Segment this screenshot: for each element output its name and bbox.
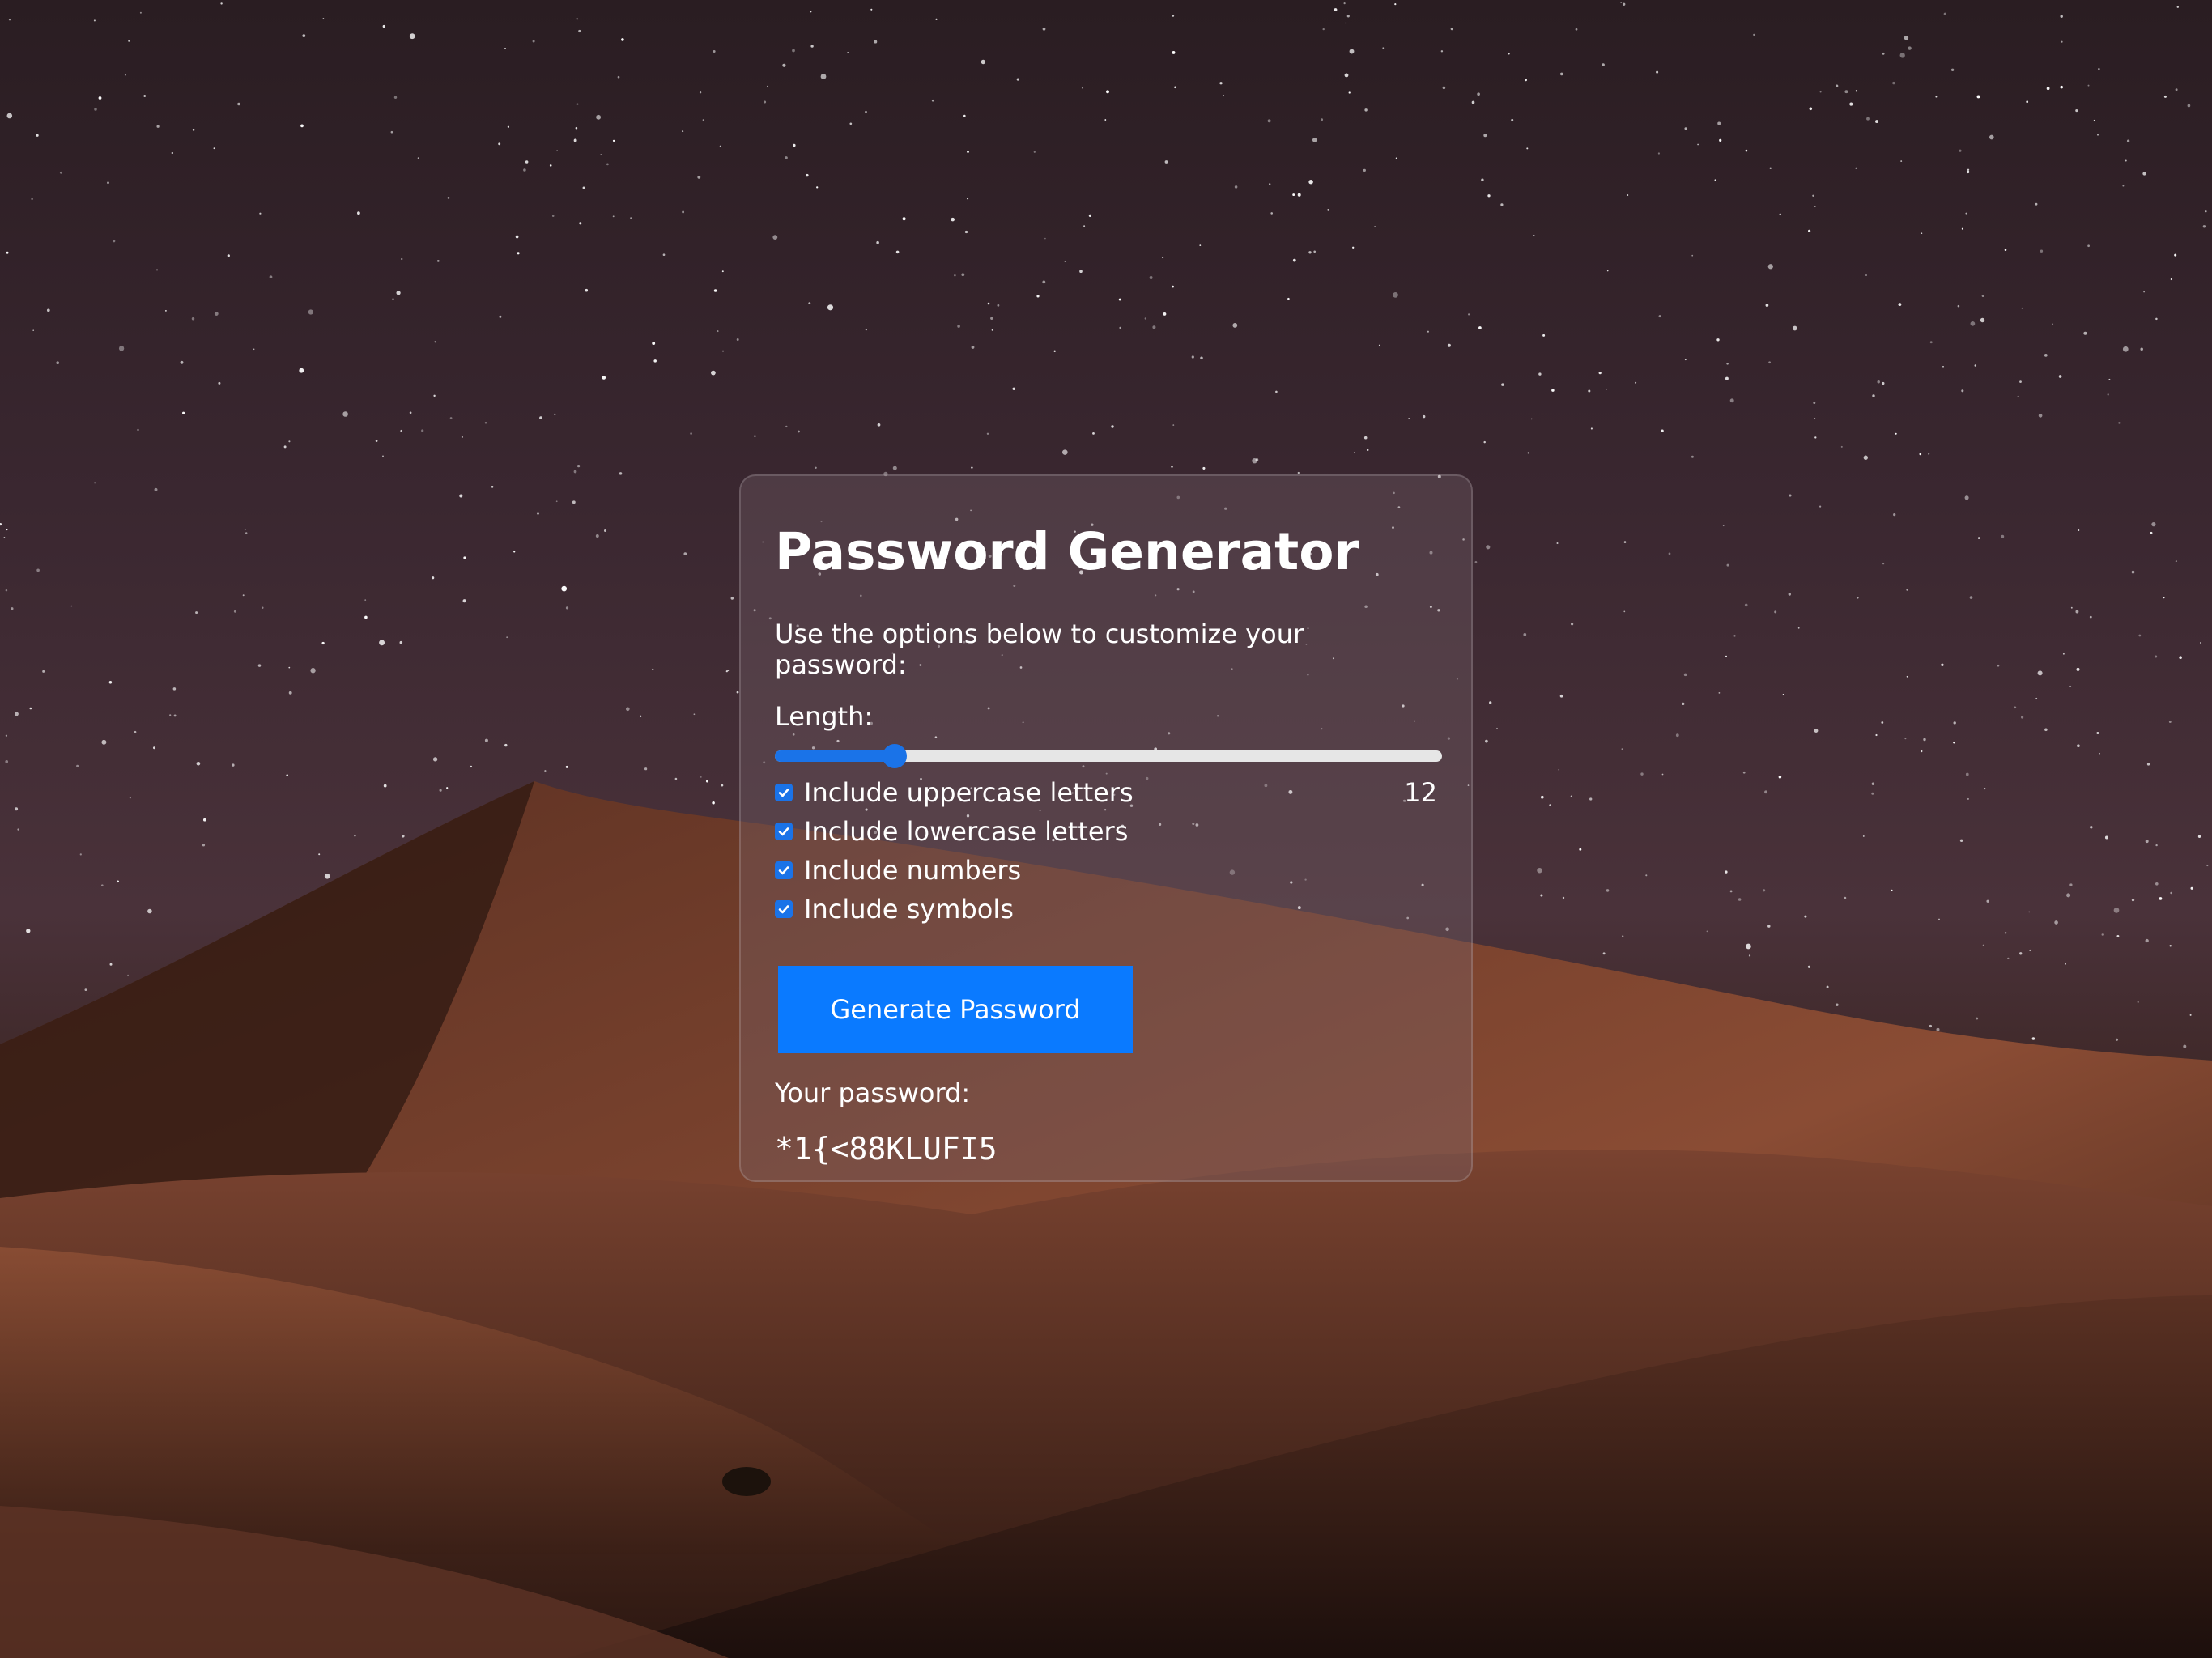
generated-password[interactable]: *1{<88KLUFI5 [775, 1131, 1437, 1168]
length-label: Length: [775, 701, 874, 733]
option-numbers[interactable]: Include numbers [775, 851, 1437, 890]
page-title: Password Generator [775, 522, 1359, 581]
instructions-text: Use the options below to customize your … [775, 618, 1304, 680]
option-symbols[interactable]: Include symbols [775, 890, 1437, 929]
option-label: Include numbers [804, 854, 1022, 886]
slider-thumb[interactable] [883, 743, 907, 768]
symbols-checkbox[interactable] [775, 899, 793, 918]
slider-fill [775, 750, 895, 762]
option-uppercase[interactable]: Include uppercase letters [775, 773, 1437, 812]
numbers-checkbox[interactable] [775, 861, 793, 879]
checkmark-icon [778, 904, 789, 914]
lowercase-checkbox[interactable] [775, 822, 793, 840]
option-lowercase[interactable]: Include lowercase letters [775, 812, 1437, 851]
length-slider[interactable] [775, 742, 1442, 770]
option-label: Include symbols [804, 893, 1014, 925]
option-label: Include uppercase letters [804, 776, 1134, 808]
uppercase-checkbox[interactable] [775, 783, 793, 801]
length-value: 12 [1404, 776, 1437, 808]
result-label: Your password: [775, 1077, 971, 1108]
checkmark-icon [778, 827, 789, 836]
options-list: 12 Include uppercase letters Include low… [775, 773, 1437, 929]
option-label: Include lowercase letters [804, 815, 1129, 847]
checkmark-icon [778, 788, 789, 797]
password-generator-card: Password Generator Use the options below… [739, 474, 1473, 1182]
generate-password-button[interactable]: Generate Password [778, 965, 1133, 1053]
desktop-background: Password Generator Use the options below… [0, 0, 2212, 1658]
checkmark-icon [778, 865, 789, 875]
